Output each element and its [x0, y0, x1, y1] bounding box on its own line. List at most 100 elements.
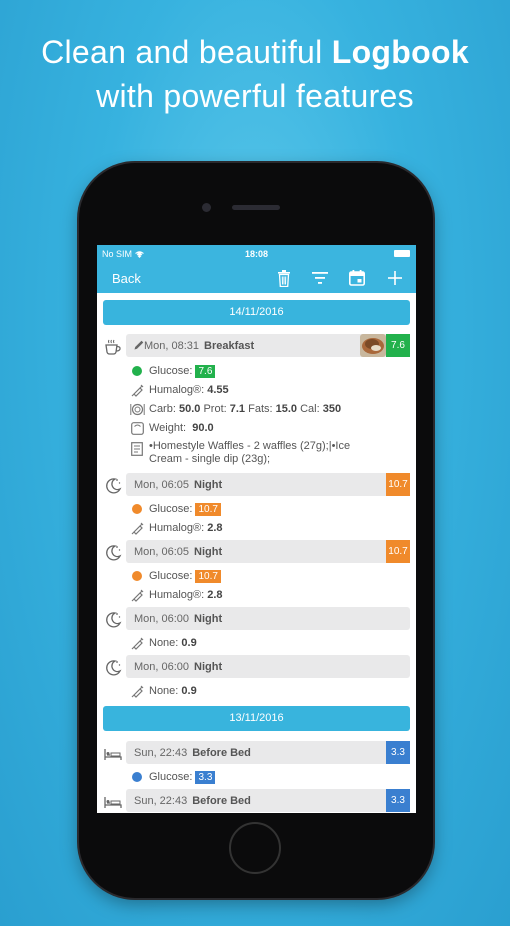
entry-time: Mon, 08:31 [144, 340, 200, 352]
none-value: 0.9 [181, 685, 197, 697]
coffee-icon [103, 337, 123, 357]
entry-header[interactable]: Mon, 08:31 Breakfast 7.6 [126, 334, 410, 357]
date-header[interactable]: 13/11/2016 [103, 706, 410, 731]
logbook-list: 14/11/2016 Mon, 08:31 Breakfast 7.6 Gluco… [97, 293, 416, 813]
entry-meal: Night [194, 613, 223, 625]
insulin-label: Humalog®: [149, 522, 205, 534]
headline-text: Clean and beautiful [41, 34, 323, 70]
syringe-icon [129, 589, 145, 602]
prot-value: 7.1 [229, 403, 246, 415]
filter-icon[interactable] [309, 268, 331, 288]
earpiece-speaker [232, 205, 280, 210]
entry-title: Mon, 06:05 Night [134, 479, 222, 491]
entry-meal: Night [194, 546, 223, 558]
insulin-value: 2.8 [207, 589, 223, 601]
entry-header[interactable]: Mon, 06:05 Night 10.7 [126, 473, 410, 496]
status-bar: No SIM 18:08 [97, 245, 416, 263]
headline-line2: with powerful features [96, 78, 414, 114]
glucose-value: 3.3 [195, 771, 216, 784]
glucose-dot-icon [132, 772, 142, 783]
entry-time: Mon, 06:00 [134, 613, 190, 625]
entry-header[interactable]: Sun, 22:43 Before Bed 3.3 [126, 741, 410, 764]
bed-icon [103, 744, 123, 764]
nav-bar: Back [97, 263, 416, 293]
entry-meal: Before Bed [192, 747, 251, 759]
headline-bold: Logbook [331, 34, 469, 70]
plate-icon [129, 403, 145, 416]
entry-header[interactable]: Mon, 06:00 Night [126, 607, 410, 630]
cal-label: Cal: [300, 403, 320, 415]
note-row: •Homestyle Waffles - 2 waffles (27g);|•I… [129, 440, 350, 466]
glucose-dot-icon [132, 571, 142, 582]
promo-headline: Clean and beautiful Logbook with powerfu… [0, 30, 510, 118]
entry-time: Mon, 06:00 [134, 661, 190, 673]
insulin-label: Humalog®: [149, 384, 205, 396]
entry-title: Mon, 06:00 Night [134, 613, 222, 625]
entry-time: Mon, 06:05 [134, 479, 190, 491]
entry-title: Sun, 22:43 Before Bed [134, 795, 251, 807]
entry-time: Sun, 22:43 [134, 795, 188, 807]
glucose-badge: 10.7 [386, 540, 410, 563]
none-label: None: [149, 685, 179, 697]
insulin-label: Humalog®: [149, 589, 205, 601]
glucose-row: Glucose: 7.6 [129, 365, 216, 378]
glucose-label: Glucose: [149, 365, 193, 377]
moon-icon [103, 543, 123, 563]
glucose-badge: 7.6 [386, 334, 410, 357]
calendar-icon[interactable] [346, 268, 368, 288]
note-text-line1: •Homestyle Waffles - 2 waffles (27g);|•I… [149, 440, 351, 452]
weight-label: Weight: [149, 422, 187, 434]
insulin-row: Humalog®: 2.8 [129, 522, 223, 535]
entry-header[interactable]: Sun, 22:43 Before Bed 3.3 [126, 789, 410, 812]
entry-meal: Night [194, 661, 223, 673]
entry-time: Sun, 22:43 [134, 747, 188, 759]
pencil-icon [134, 340, 144, 350]
entry-title: Mon, 06:00 Night [134, 661, 222, 673]
cal-value: 350 [322, 403, 342, 415]
status-time: 18:08 [244, 249, 269, 259]
glucose-dot-icon [132, 504, 142, 515]
scale-icon [129, 422, 145, 435]
home-button[interactable] [229, 822, 281, 874]
entry-title: Sun, 22:43 Before Bed [134, 747, 251, 759]
entry-meal: Night [194, 479, 223, 491]
weight-value: 90.0 [192, 422, 214, 434]
glucose-row: Glucose: 10.7 [129, 570, 221, 583]
syringe-icon [129, 637, 145, 650]
syringe-icon [129, 522, 145, 535]
glucose-value: 10.7 [195, 570, 221, 583]
insulin-value: 4.55 [207, 384, 229, 396]
glucose-label: Glucose: [149, 771, 193, 783]
syringe-icon [129, 685, 145, 698]
none-row: None: 0.9 [129, 637, 197, 650]
headline-line1: Clean and beautiful Logbook [0, 30, 510, 74]
date-header[interactable]: 14/11/2016 [103, 300, 410, 325]
moon-icon [103, 476, 123, 496]
entry-header[interactable]: Mon, 06:00 Night [126, 655, 410, 678]
none-value: 0.9 [181, 637, 197, 649]
bed-icon [103, 792, 123, 812]
glucose-badge: 3.3 [386, 741, 410, 764]
entry-header[interactable]: Mon, 06:05 Night 10.7 [126, 540, 410, 563]
prot-label: Prot: [203, 403, 227, 415]
nutrition-row: Carb: 50.0 Prot: 7.1 Fats: 15.0 Cal: 350 [129, 403, 342, 416]
entry-title: Mon, 08:31 Breakfast [134, 340, 254, 352]
glucose-row: Glucose: 3.3 [129, 771, 216, 784]
add-icon[interactable] [384, 268, 406, 288]
trash-icon[interactable] [273, 268, 295, 288]
insulin-row: Humalog®: 2.8 [129, 589, 223, 602]
food-photo [360, 334, 386, 357]
glucose-badge: 10.7 [386, 473, 410, 496]
glucose-value: 7.6 [195, 365, 216, 378]
back-button[interactable]: Back [112, 271, 141, 286]
glucose-row: Glucose: 10.7 [129, 503, 221, 516]
front-camera [202, 203, 211, 212]
glucose-dot-icon [132, 366, 142, 377]
insulin-row: Humalog®: 4.55 [129, 384, 229, 397]
battery-icon [394, 250, 410, 257]
entry-meal: Breakfast [204, 340, 255, 352]
fats-value: 15.0 [275, 403, 298, 415]
note-icon [129, 442, 145, 456]
carb-label: Carb: [149, 403, 176, 415]
moon-icon [103, 658, 123, 678]
